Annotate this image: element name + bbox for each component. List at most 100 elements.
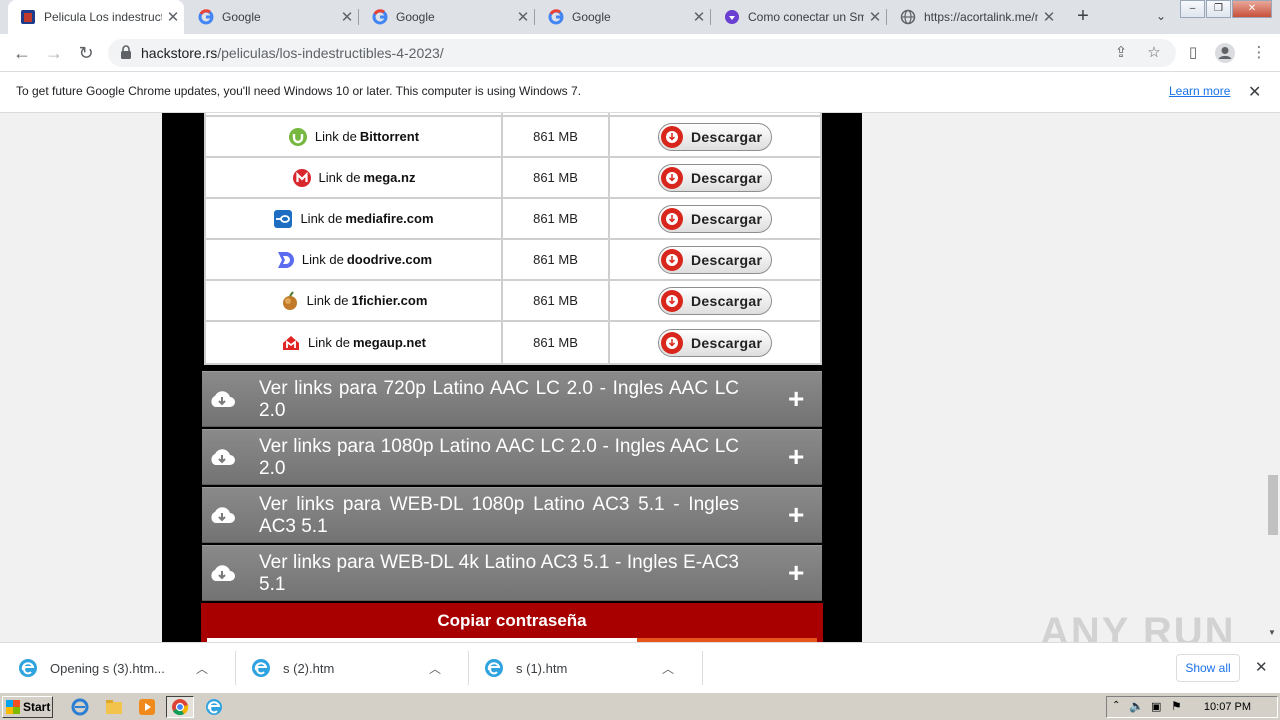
google-icon xyxy=(198,9,214,25)
scroll-down-arrow-icon[interactable]: ▼ xyxy=(1268,628,1276,637)
media-player-icon[interactable] xyxy=(133,696,161,718)
close-icon[interactable]: ✕ xyxy=(688,8,710,26)
forward-arrow-icon[interactable]: → xyxy=(42,41,66,65)
globe-icon xyxy=(900,9,916,25)
network-icon[interactable]: ▣ xyxy=(1151,700,1161,713)
tab-google-3[interactable]: Google ✕ xyxy=(536,0,710,34)
url-host: hackstore.rs xyxy=(141,45,218,61)
edge-icon[interactable] xyxy=(200,696,228,718)
download-item[interactable]: s (2).htm ︿ xyxy=(233,650,441,686)
bittorrent-icon xyxy=(288,127,308,147)
button-label: Descargar xyxy=(691,251,763,268)
table-row: Link de mega.nz 861 MB Descargar xyxy=(206,158,820,199)
accordion-webdl-1080p[interactable]: Ver links para WEB-DL 1080p Latino AC3 5… xyxy=(202,487,822,543)
tray-expand-icon[interactable]: ⌃ xyxy=(1112,700,1120,711)
lock-icon[interactable] xyxy=(120,45,132,64)
browser-toolbar: ← → ↻ hackstore.rs/peliculas/los-indestr… xyxy=(0,34,1280,72)
tab-title: Google xyxy=(396,10,435,24)
plus-icon[interactable]: + xyxy=(788,559,804,587)
close-icon[interactable]: ✕ xyxy=(1255,658,1268,676)
service-name: doodrive.com xyxy=(346,252,433,267)
descargar-button[interactable]: Descargar xyxy=(658,163,772,192)
download-cloud-icon xyxy=(661,289,683,312)
download-cloud-icon xyxy=(661,125,683,148)
kebab-menu-icon[interactable]: ⋮ xyxy=(1248,42,1270,64)
mediafire-icon xyxy=(273,209,293,229)
new-tab-button[interactable]: + xyxy=(1070,4,1096,30)
button-label: Descargar xyxy=(691,334,763,351)
descargar-button[interactable]: Descargar xyxy=(658,204,772,233)
google-icon xyxy=(548,9,564,25)
download-links-table: Link de Bittorrent 861 MB Descargar Link … xyxy=(204,113,822,365)
learn-more-link[interactable]: Learn more xyxy=(1169,84,1230,98)
file-size: 861 MB xyxy=(503,240,610,279)
tab-acortalink[interactable]: https://acortalink.me/n ✕ xyxy=(888,0,1060,34)
tab-search-chevron-icon[interactable]: ⌄ xyxy=(1150,5,1172,27)
descargar-button[interactable]: Descargar xyxy=(658,286,772,315)
close-icon[interactable]: ✕ xyxy=(336,8,358,26)
button-label: Descargar xyxy=(691,292,763,309)
downloads-shelf: Opening s (3).htm... ︿ s (2).htm ︿ s (1)… xyxy=(0,642,1280,692)
explorer-folder-icon[interactable] xyxy=(100,696,128,718)
ie-icon[interactable] xyxy=(66,696,94,718)
copy-password-button[interactable]: Copiar contraseña xyxy=(201,603,823,642)
accordion-webdl-4k[interactable]: Ver links para WEB-DL 4k Latino AC3 5.1 … xyxy=(202,545,822,601)
edge-file-icon xyxy=(485,659,503,677)
link-cell: Link de Bittorrent xyxy=(206,117,503,156)
button-label: Descargar xyxy=(691,128,763,145)
address-bar[interactable]: hackstore.rs/peliculas/los-indestructibl… xyxy=(108,39,1176,67)
descargar-button[interactable]: Descargar xyxy=(658,122,772,151)
minimize-icon[interactable]: – xyxy=(1180,0,1205,18)
side-panel-icon[interactable]: ▯ xyxy=(1182,42,1204,64)
show-all-button[interactable]: Show all xyxy=(1176,654,1240,682)
google-icon xyxy=(372,9,388,25)
tab-google-2[interactable]: Google ✕ xyxy=(360,0,534,34)
profile-avatar-icon[interactable] xyxy=(1214,42,1236,64)
download-item[interactable]: Opening s (3).htm... ︿ xyxy=(0,650,208,686)
plus-icon[interactable]: + xyxy=(788,443,804,471)
clock[interactable]: 10:07 PM xyxy=(1204,701,1251,713)
close-icon[interactable]: ✕ xyxy=(512,8,534,26)
action-center-flag-icon[interactable]: ⚑ xyxy=(1171,699,1182,713)
close-icon[interactable]: ✕ xyxy=(864,8,886,26)
service-name: 1fichier.com xyxy=(351,293,428,308)
site-favicon-icon xyxy=(20,9,36,25)
share-icon[interactable]: ⇪ xyxy=(1111,43,1131,63)
accordion-720p[interactable]: Ver links para 720p Latino AAC LC 2.0 - … xyxy=(202,371,822,427)
chevron-up-icon[interactable]: ︿ xyxy=(196,660,208,677)
tab-active[interactable]: Pelicula Los indestructibles ✕ xyxy=(8,0,184,34)
tab-title: Google xyxy=(222,10,261,24)
link-cell: Link de mediafire.com xyxy=(206,199,503,238)
scrollbar-thumb[interactable] xyxy=(1268,475,1278,535)
descargar-button[interactable]: Descargar xyxy=(658,245,772,274)
reload-icon[interactable]: ↻ xyxy=(74,41,98,65)
tab-title: Pelicula Los indestructibles xyxy=(44,10,162,24)
button-label: Descargar xyxy=(691,169,763,186)
start-button[interactable]: Start xyxy=(2,696,53,718)
accordion-1080p[interactable]: Ver links para 1080p Latino AAC LC 2.0 -… xyxy=(202,429,822,485)
descargar-button[interactable]: Descargar xyxy=(658,328,772,357)
link-prefix: Link de xyxy=(308,335,350,350)
window-close-icon[interactable]: ✕ xyxy=(1232,0,1272,18)
plus-icon[interactable]: + xyxy=(788,385,804,413)
volume-icon[interactable]: 🔈 xyxy=(1129,699,1144,713)
link-cell: Link de 1fichier.com xyxy=(206,281,503,320)
page-scrollbar[interactable] xyxy=(1266,113,1280,642)
chevron-up-icon[interactable]: ︿ xyxy=(429,660,441,677)
tab-smart[interactable]: Como conectar un Smart ✕ xyxy=(712,0,886,34)
restore-icon[interactable]: ❐ xyxy=(1206,0,1231,18)
tab-google-1[interactable]: Google ✕ xyxy=(186,0,358,34)
chevron-up-icon[interactable]: ︿ xyxy=(662,660,674,677)
download-cloud-icon xyxy=(661,331,683,354)
download-item[interactable]: s (1).htm ︿ xyxy=(466,650,674,686)
close-icon[interactable]: ✕ xyxy=(1248,82,1261,102)
url-text[interactable]: hackstore.rs/peliculas/los-indestructibl… xyxy=(141,45,444,61)
download-filename: s (1).htm xyxy=(516,660,568,676)
chrome-icon[interactable] xyxy=(166,696,194,718)
back-arrow-icon[interactable]: ← xyxy=(10,41,34,65)
plus-icon[interactable]: + xyxy=(788,501,804,529)
close-icon[interactable]: ✕ xyxy=(1038,8,1060,26)
link-prefix: Link de xyxy=(306,293,349,308)
close-icon[interactable]: ✕ xyxy=(162,8,184,26)
bookmark-star-icon[interactable]: ☆ xyxy=(1144,43,1164,63)
